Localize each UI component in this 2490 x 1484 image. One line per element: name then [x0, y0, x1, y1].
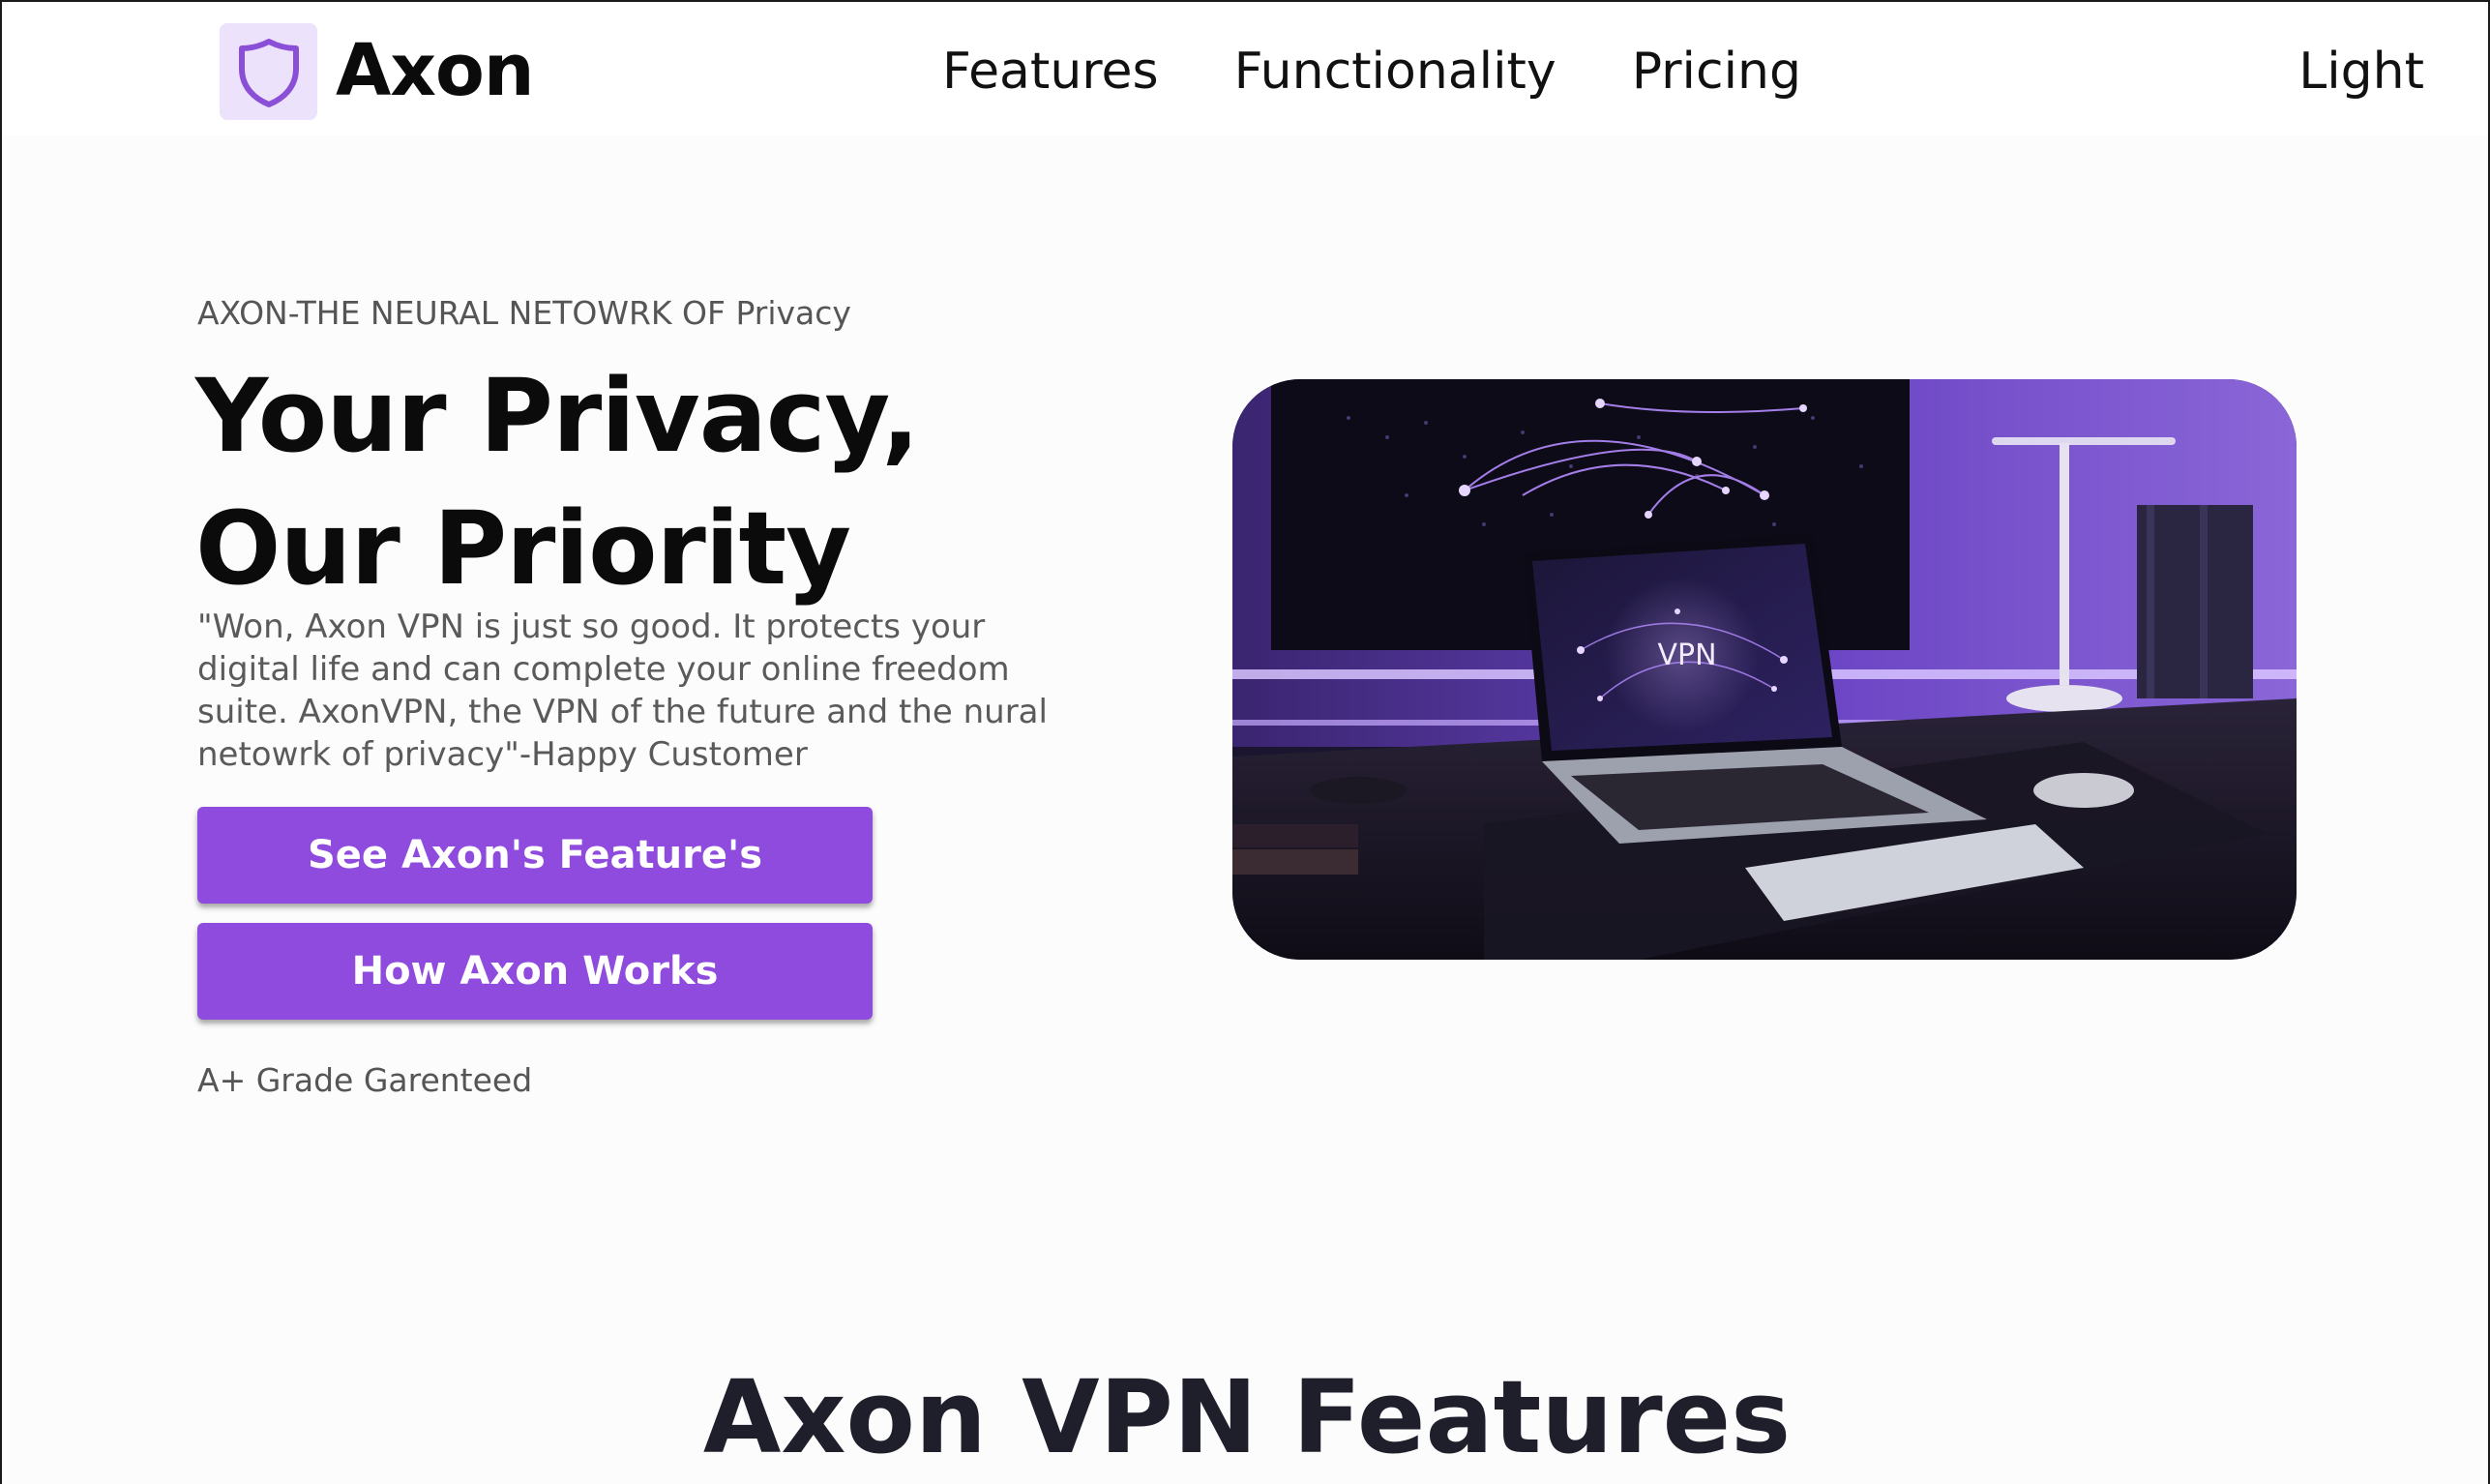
hero-section: AXON-THE NEURAL NETOWRK OF Privacy Your …	[0, 135, 2490, 1248]
top-navbar: Axon Features Functionality Pricing Ligh…	[0, 0, 2490, 137]
see-features-button[interactable]: See Axon's Feature's	[197, 807, 873, 904]
hero-title: Your Privacy, Our Priority	[195, 350, 920, 615]
hero-eyebrow: AXON-THE NEURAL NETOWRK OF Privacy	[197, 294, 851, 332]
laptop-screen-vpn-label: VPN	[1657, 638, 1716, 672]
main-nav: Features Functionality Pricing	[942, 35, 1801, 108]
nav-link-pricing[interactable]: Pricing	[1632, 35, 1801, 108]
nav-link-features[interactable]: Features	[942, 35, 1159, 108]
laptop-vpn-desk-image: VPN	[1232, 379, 2297, 960]
grade-note: A+ Grade Garenteed	[197, 1061, 533, 1099]
nav-link-functionality[interactable]: Functionality	[1234, 35, 1556, 108]
how-it-works-button[interactable]: How Axon Works	[197, 923, 873, 1020]
shield-icon	[238, 39, 299, 107]
logo-tile[interactable]	[220, 23, 317, 120]
features-title: Axon VPN Features	[702, 1358, 1792, 1476]
brand-name[interactable]: Axon	[336, 27, 535, 114]
hero-title-line-1: Your Privacy,	[195, 357, 920, 475]
theme-toggle[interactable]: Light	[2298, 35, 2424, 108]
hero-title-line-2: Our Priority	[195, 490, 851, 608]
features-section: Axon VPN Features	[0, 1246, 2490, 1484]
hero-testimonial: "Won, Axon VPN is just so good. It prote…	[197, 608, 1048, 774]
